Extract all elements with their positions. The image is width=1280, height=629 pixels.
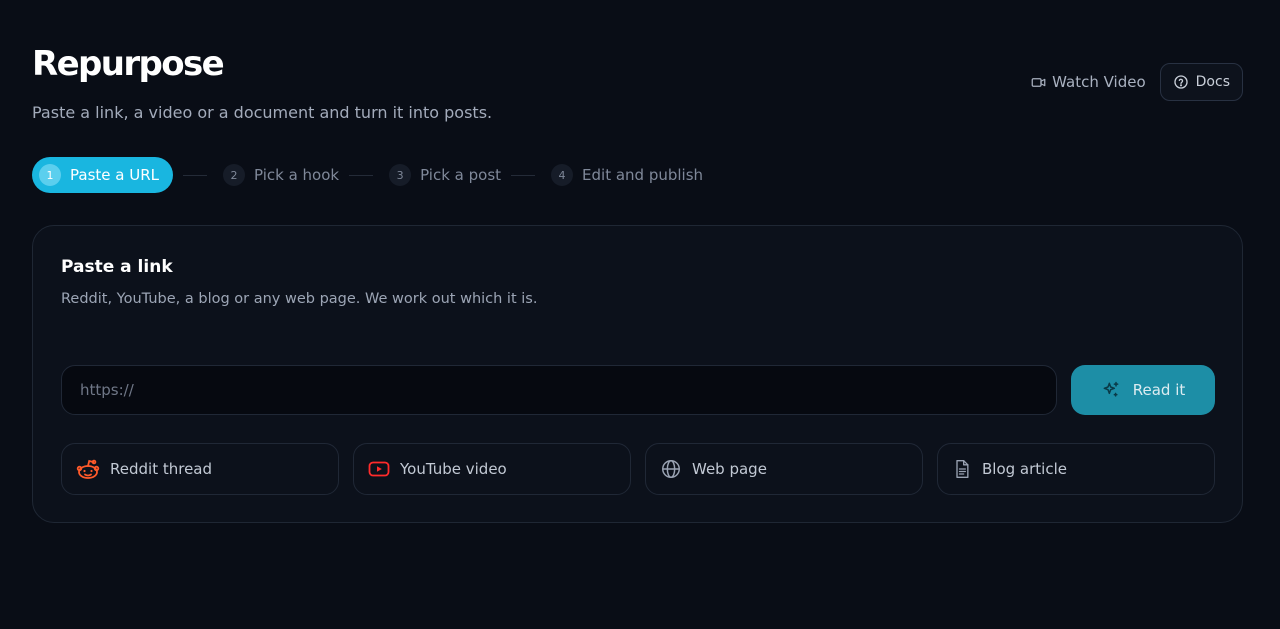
step-number: 1 [39,164,61,186]
docs-button[interactable]: Docs [1159,63,1243,101]
step-pick-hook[interactable]: 2 Pick a hook [222,157,340,193]
source-blog-article[interactable]: Blog article [937,443,1215,495]
source-options: Reddit thread YouTube video Web page Blo… [61,443,1215,495]
document-icon [952,458,972,480]
youtube-icon [368,460,390,478]
source-label: Blog article [982,460,1067,478]
step-number: 4 [551,164,574,186]
card-title: Paste a link [61,257,173,277]
step-label: Edit and publish [582,166,704,184]
paste-link-card: Paste a link Reddit, YouTube, a blog or … [32,225,1243,523]
step-number: 3 [389,164,412,186]
step-label: Paste a URL [70,166,159,184]
source-youtube-video[interactable]: YouTube video [353,443,631,495]
read-it-label: Read it [1132,381,1186,399]
source-label: Web page [692,460,767,478]
step-number: 2 [222,164,245,186]
watch-video-link[interactable]: Watch Video [1031,63,1146,101]
source-web-page[interactable]: Web page [645,443,923,495]
source-label: Reddit thread [110,460,213,478]
step-pick-post[interactable]: 3 Pick a post [389,157,501,193]
video-camera-icon [1031,75,1046,90]
step-paste-url[interactable]: 1 Paste a URL [32,157,173,193]
header-actions: Watch Video Docs [1031,63,1243,101]
stepper: 1 Paste a URL 2 Pick a hook 3 Pick a pos… [32,157,703,193]
step-separator [349,174,374,176]
docs-label: Docs [1195,74,1230,90]
step-label: Pick a hook [253,166,340,184]
card-description: Reddit, YouTube, a blog or any web page.… [61,291,538,307]
watch-video-label: Watch Video [1052,73,1146,91]
step-separator [182,174,207,176]
globe-icon [660,458,682,480]
source-reddit-thread[interactable]: Reddit thread [61,443,339,495]
url-input[interactable] [61,365,1057,415]
reddit-icon [76,458,100,480]
read-it-button[interactable]: Read it [1071,365,1215,415]
page-title: Repurpose [32,44,225,84]
step-separator [511,174,536,176]
sparkles-icon [1101,380,1121,400]
help-circle-icon [1173,74,1189,90]
step-label: Pick a post [420,166,502,184]
repurpose-page: Repurpose Paste a link, a video or a doc… [0,0,1280,629]
page-subtitle: Paste a link, a video or a document and … [32,103,493,122]
source-label: YouTube video [400,460,507,478]
step-edit-publish[interactable]: 4 Edit and publish [551,157,703,193]
